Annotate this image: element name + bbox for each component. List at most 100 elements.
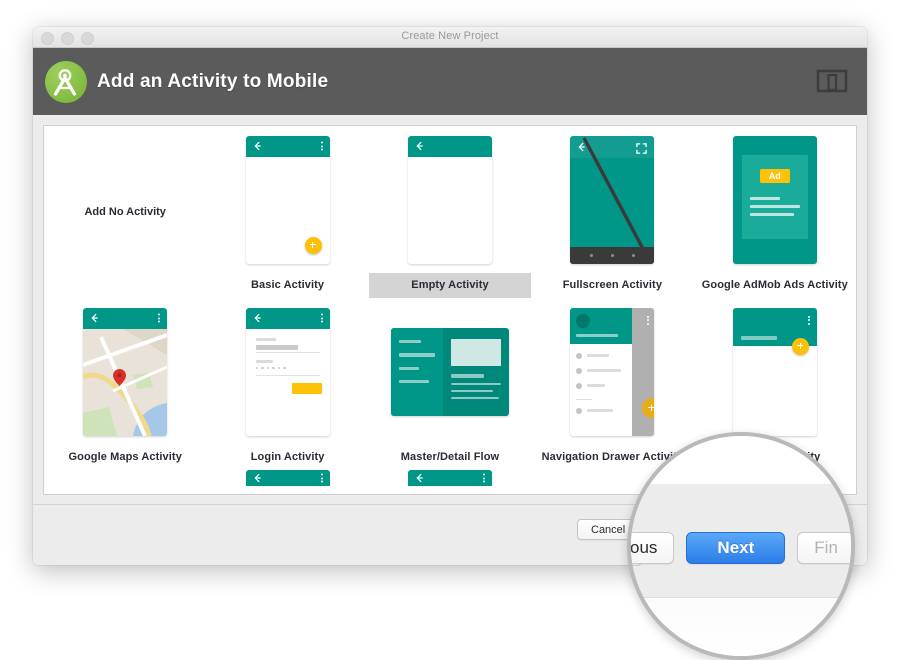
sign-in-button <box>291 382 322 394</box>
cell-label: Fullscreen Activity <box>562 279 663 291</box>
template-cell-google-maps-activity[interactable]: Google Maps Activity <box>44 298 206 470</box>
magnified-previous-button[interactable]: ous <box>631 532 675 564</box>
magnified-scrollpane <box>631 436 851 484</box>
field-label <box>255 359 273 363</box>
device-preview-icon[interactable] <box>815 67 849 97</box>
overflow-menu-icon <box>647 315 650 325</box>
app-bar <box>83 307 168 329</box>
magnified-window-edge <box>631 597 851 656</box>
template-cell-login-activity[interactable]: Login Activity <box>206 298 368 470</box>
page-title: Add an Activity to Mobile <box>97 71 329 92</box>
floating-action-button <box>304 236 322 254</box>
app-bar <box>407 470 492 486</box>
template-cell-fullscreen-activity[interactable]: Fullscreen Activity <box>531 126 693 298</box>
overflow-menu-icon <box>807 315 810 325</box>
template-cell-empty-activity[interactable]: Empty Activity <box>368 126 532 298</box>
thumbnail-maps <box>44 298 206 445</box>
phone-mock <box>407 135 492 264</box>
detail-line <box>450 389 493 392</box>
detail-line <box>450 373 484 378</box>
navigation-bar <box>570 246 655 264</box>
cell-label: Add No Activity <box>84 206 166 218</box>
android-studio-logo-icon <box>45 61 87 103</box>
app-bar <box>407 135 492 157</box>
magnifier-content: ous Next Fin <box>631 436 851 656</box>
drawer-item <box>576 382 606 389</box>
template-cell-partial[interactable] <box>369 470 531 494</box>
thumbnail-none: Add No Activity <box>44 126 206 298</box>
tablet-mock <box>390 327 509 416</box>
overflow-menu-icon <box>320 473 323 483</box>
overflow-menu-icon <box>482 473 485 483</box>
app-bar <box>245 470 330 486</box>
cell-label: Master/Detail Flow <box>400 451 500 463</box>
username-field <box>255 344 298 350</box>
field-label <box>255 337 276 341</box>
field-underline <box>255 351 320 353</box>
cell-label: Empty Activity <box>368 273 532 298</box>
template-cell-google-admob-ads-activity[interactable]: Ad Google AdMob Ads Activity <box>694 126 856 298</box>
cell-label: Google Maps Activity <box>68 451 182 463</box>
overflow-menu-icon <box>320 141 323 151</box>
map-canvas <box>83 328 168 436</box>
detail-line <box>450 382 501 385</box>
list-line <box>398 339 421 343</box>
text-line <box>749 204 800 208</box>
detail-line <box>450 396 499 399</box>
password-field <box>255 366 286 369</box>
cell-label: Login Activity <box>250 451 325 463</box>
back-arrow-icon <box>254 473 261 483</box>
template-cell-partial[interactable] <box>44 470 206 494</box>
overflow-menu-icon <box>158 313 161 323</box>
list-line <box>398 366 419 370</box>
thumbnail-login <box>206 298 368 445</box>
thumbnail-basic <box>206 126 368 273</box>
app-bar <box>245 135 330 157</box>
text-line <box>749 212 794 216</box>
drawer-header-line <box>576 333 619 337</box>
back-arrow-icon <box>579 142 586 151</box>
template-cell-partial[interactable] <box>206 470 368 494</box>
back-arrow-icon <box>416 141 423 151</box>
magnifier-loupe: ous Next Fin <box>627 432 855 660</box>
magnified-wizard-buttons: ous Next Fin <box>631 532 851 564</box>
phone-mock <box>83 307 168 436</box>
template-cell-master-detail-flow[interactable]: Master/Detail Flow <box>369 298 531 470</box>
text-line <box>749 196 780 200</box>
drawer-item <box>576 352 610 359</box>
cell-label: Basic Activity <box>251 279 325 291</box>
phone-mock <box>570 307 655 436</box>
thumbnail-empty <box>369 126 531 273</box>
phone-mock <box>245 135 330 264</box>
template-cell-basic-activity[interactable]: Basic Activity <box>206 126 368 298</box>
thumbnail-masterdetail <box>369 298 531 445</box>
magnified-next-button[interactable]: Next <box>686 532 786 564</box>
phone-mock <box>245 307 330 436</box>
thumbnail-admob: Ad <box>694 126 856 273</box>
overflow-menu-icon <box>320 313 323 323</box>
app-bar <box>245 307 330 329</box>
dialog-header: Add an Activity to Mobile <box>33 48 867 116</box>
field-underline <box>255 374 320 376</box>
floating-action-button <box>642 397 655 418</box>
window-title: Create New Project <box>401 30 499 42</box>
diagonal-line <box>582 136 652 263</box>
detail-image <box>450 338 501 366</box>
thumbnail-scrolling <box>694 298 856 445</box>
list-line <box>398 352 435 357</box>
back-arrow-icon <box>91 313 98 323</box>
cell-label: Google AdMob Ads Activity <box>701 279 848 291</box>
screenshot-stage: Create New Project Add an Activity to Mo… <box>0 0 900 660</box>
map-pin-icon <box>113 369 127 387</box>
thumbnail-navdrawer <box>531 298 693 445</box>
ad-badge: Ad <box>759 168 790 183</box>
ad-card: Ad <box>741 154 808 239</box>
drawer-item <box>576 407 614 414</box>
magnified-finish-button[interactable]: Fin <box>797 532 851 564</box>
phone-mock <box>570 135 655 264</box>
template-cell-add-no-activity[interactable]: Add No Activity <box>44 126 206 298</box>
floating-action-button <box>791 337 809 355</box>
list-line <box>398 379 429 383</box>
back-arrow-icon <box>254 313 261 323</box>
phone-mock: Ad <box>732 135 817 264</box>
